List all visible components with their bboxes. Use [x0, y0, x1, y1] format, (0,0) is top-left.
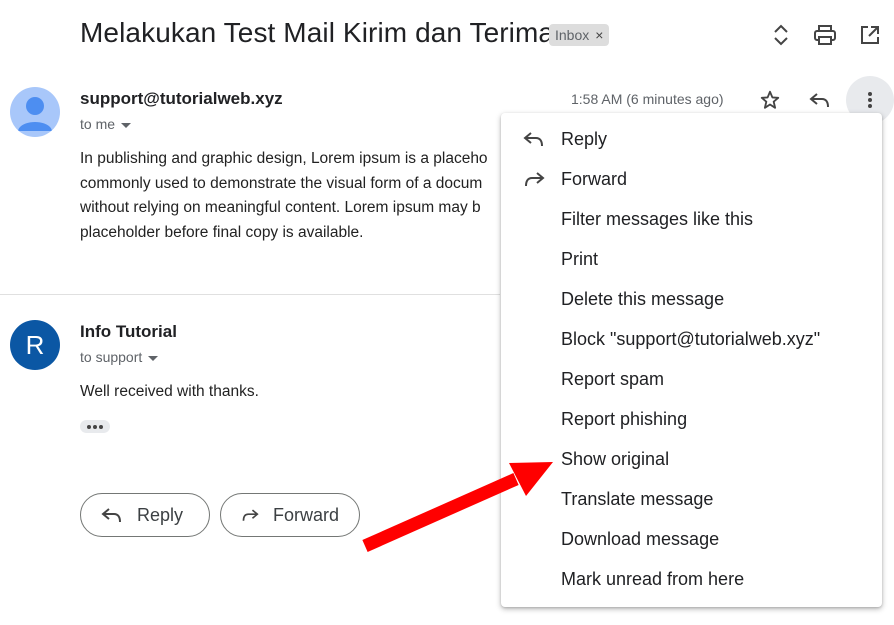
- reply-icon: [809, 93, 829, 108]
- menu-item-label: Delete this message: [561, 288, 725, 309]
- avatar-letter: R: [25, 329, 45, 360]
- star-icon: [760, 90, 780, 109]
- menu-item-forward[interactable]: Forward: [501, 159, 882, 199]
- menu-item-report-phishing[interactable]: Report phishing: [501, 399, 882, 439]
- message-body-line: without relying on meaningful content. L…: [80, 199, 481, 216]
- message-time: 1:58 AM (6 minutes ago): [571, 91, 724, 107]
- recipient-details[interactable]: to me: [80, 116, 132, 132]
- menu-item-label: Report spam: [561, 368, 665, 389]
- remove-label-button[interactable]: ×: [595, 27, 603, 43]
- label-chip-text: Inbox: [555, 27, 590, 43]
- thread-subject: Melakukan Test Mail Kirim dan Terima: [80, 17, 555, 48]
- label-chip-inbox[interactable]: Inbox ×: [549, 24, 610, 46]
- menu-item-delete[interactable]: Delete this message: [501, 279, 882, 319]
- menu-item-reply[interactable]: Reply: [501, 119, 882, 159]
- menu-item-label: Download message: [561, 528, 720, 549]
- menu-item-label: Mark unread from here: [561, 568, 745, 589]
- new-window-button[interactable]: [856, 21, 884, 49]
- recipient-text: to support: [80, 349, 143, 365]
- reply-button[interactable]: Reply: [80, 493, 210, 537]
- menu-item-label: Show original: [561, 448, 670, 469]
- menu-item-print[interactable]: Print: [501, 239, 882, 279]
- sender-name[interactable]: Info Tutorial: [80, 322, 177, 342]
- menu-item-label: Filter messages like this: [561, 208, 754, 229]
- show-trimmed-content-button[interactable]: [80, 420, 110, 433]
- menu-item-filter[interactable]: Filter messages like this: [501, 199, 882, 239]
- forward-button-label: Forward: [272, 504, 339, 525]
- message-body: Well received with thanks.: [80, 383, 259, 400]
- reply-quick-button[interactable]: [806, 86, 834, 114]
- reply-icon: [523, 129, 545, 149]
- menu-item-label: Block "support@tutorialweb.xyz": [561, 328, 821, 349]
- chevron-down-icon: [148, 355, 159, 361]
- open-in-new-icon: [861, 26, 879, 44]
- chevron-down-icon: [121, 122, 132, 128]
- person-icon: [18, 97, 52, 131]
- menu-item-label: Report phishing: [561, 408, 688, 429]
- message-body-line: commonly used to demonstrate the visual …: [80, 174, 483, 192]
- more-vert-icon: [868, 92, 872, 108]
- forward-icon: [523, 169, 545, 189]
- forward-icon: [242, 509, 259, 521]
- menu-item-translate[interactable]: Translate message: [501, 479, 882, 519]
- menu-item-report-spam[interactable]: Report spam: [501, 359, 882, 399]
- recipient-details[interactable]: to support: [80, 349, 159, 365]
- expand-all-button[interactable]: [767, 21, 795, 49]
- menu-item-download[interactable]: Download message: [501, 519, 882, 559]
- menu-item-show-original[interactable]: Show original: [501, 439, 882, 479]
- print-all-button[interactable]: [811, 21, 839, 49]
- print-icon: [814, 25, 836, 45]
- menu-item-mark-unread[interactable]: Mark unread from here: [501, 559, 882, 599]
- star-button[interactable]: [756, 86, 784, 114]
- menu-item-block[interactable]: Block "support@tutorialweb.xyz": [501, 319, 882, 359]
- sender-avatar[interactable]: R: [10, 320, 60, 370]
- menu-item-label: Forward: [561, 168, 628, 189]
- message-body: In publishing and graphic design, Lorem …: [80, 147, 500, 245]
- recipient-text: to me: [80, 116, 116, 132]
- sender-avatar[interactable]: [10, 87, 60, 137]
- message-body-line: placeholder before final copy is availab…: [80, 223, 364, 241]
- reply-button-label: Reply: [137, 504, 184, 525]
- more-options-menu: Reply Forward Filter messages like this …: [501, 113, 882, 607]
- unfold-icon: [774, 24, 788, 46]
- sender-name[interactable]: support@tutorialweb.xyz: [80, 89, 283, 109]
- message-divider: [0, 294, 500, 295]
- menu-item-label: Reply: [561, 128, 608, 149]
- forward-button[interactable]: Forward: [220, 493, 360, 537]
- menu-item-label: Print: [561, 248, 599, 269]
- reply-icon: [101, 508, 121, 523]
- message-body-line: In publishing and graphic design, Lorem …: [80, 150, 488, 167]
- arrow-shaft: [362, 473, 519, 552]
- menu-item-label: Translate message: [561, 488, 714, 509]
